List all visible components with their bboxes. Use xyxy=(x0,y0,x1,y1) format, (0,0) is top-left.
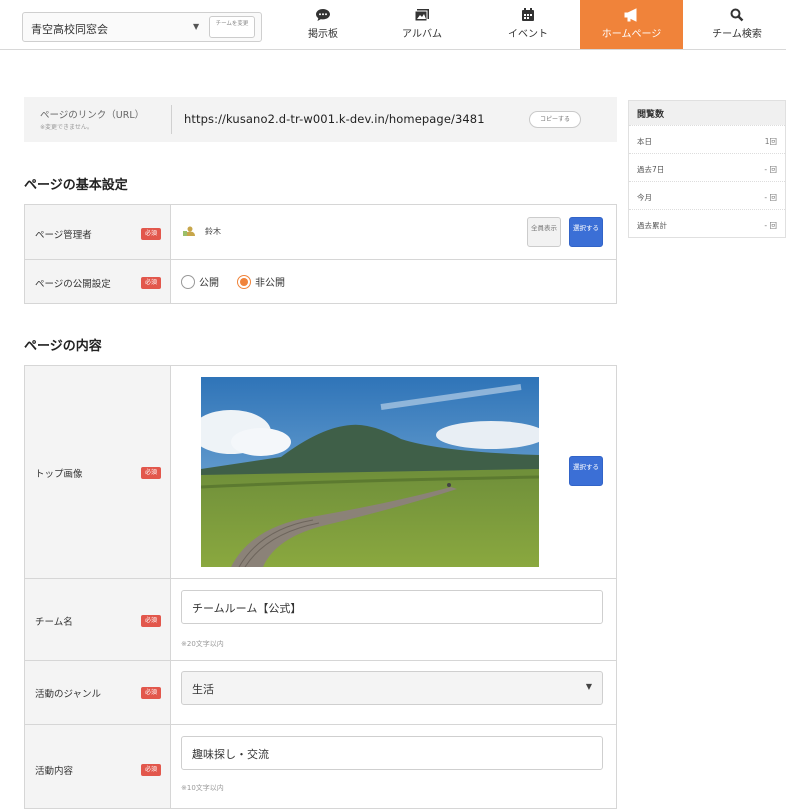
copy-url-button[interactable]: コピーする xyxy=(529,111,581,128)
nav-team-search[interactable]: チーム検索 xyxy=(688,0,786,49)
nav-label: 掲示板 xyxy=(308,29,338,40)
nav-label: ホームページ xyxy=(601,29,662,40)
required-badge: 必須 xyxy=(141,615,161,627)
visibility-label: ページの公開設定 xyxy=(35,279,111,290)
visibility-value-cell: 公開 非公開 xyxy=(171,260,616,303)
nav-label: チーム検索 xyxy=(712,29,762,40)
stat-value: 1回 xyxy=(764,137,777,146)
visibility-label-cell: ページの公開設定 必須 xyxy=(25,260,171,303)
required-badge: 必須 xyxy=(141,687,161,699)
required-badge: 必須 xyxy=(141,764,161,776)
genre-label: 活動のジャンル xyxy=(35,689,102,700)
genre-selected-value: 生活 xyxy=(192,683,214,696)
stat-label: 過去7日 xyxy=(637,165,665,174)
stat-row-total: 過去累計 - 回 xyxy=(629,209,785,237)
activity-label: 活動内容 xyxy=(35,766,74,777)
show-all-button[interactable]: 全員表示 xyxy=(527,217,561,247)
select-admin-button[interactable]: 選択する xyxy=(569,217,603,247)
page-link-label: ページのリンク（URL） xyxy=(40,110,145,121)
team-name: 青空高校同窓会 xyxy=(31,23,108,36)
page-link-note: ※変更できません。 xyxy=(40,124,93,131)
activity-row: 活動内容 必須 趣味探し・交流 ※10文字以内 xyxy=(25,725,616,809)
activity-hint: ※10文字以内 xyxy=(181,784,224,792)
admin-label-cell: ページ管理者 必須 xyxy=(25,205,171,259)
nav-homepage[interactable]: ホームページ xyxy=(580,0,683,49)
required-badge: 必須 xyxy=(141,228,161,240)
genre-select[interactable]: 生活 ▼ xyxy=(181,671,603,705)
stat-label: 今月 xyxy=(637,193,652,202)
genre-row: 活動のジャンル 必須 生活 ▼ xyxy=(25,661,616,725)
activity-input[interactable]: 趣味探し・交流 xyxy=(181,736,603,770)
stat-row-7days: 過去7日 - 回 xyxy=(629,153,785,181)
visibility-public-radio[interactable]: 公開 xyxy=(181,274,219,289)
nav-album[interactable]: アルバム xyxy=(374,0,470,49)
required-badge: 必須 xyxy=(141,277,161,289)
team-name-row: チーム名 必須 チームルーム【公式】 ※20文字以内 xyxy=(25,579,616,661)
activity-label-cell: 活動内容 必須 xyxy=(25,725,171,808)
select-top-image-button[interactable]: 選択する xyxy=(569,456,603,486)
top-image-value-cell: 選択する xyxy=(171,366,616,578)
admin-name: 鈴木 xyxy=(205,227,221,236)
top-image-preview xyxy=(201,377,539,567)
stat-row-today: 本日 1回 xyxy=(629,125,785,153)
search-icon xyxy=(730,8,744,22)
team-name-label-cell: チーム名 必須 xyxy=(25,579,171,660)
page-link-url[interactable]: https://kusano2.d-tr-w001.k-dev.in/homep… xyxy=(184,112,485,126)
admin-row: ページ管理者 必須 鈴木 全員表示 選択する xyxy=(25,205,616,260)
stat-value: - 回 xyxy=(764,193,777,202)
genre-value-cell: 生活 ▼ xyxy=(171,661,616,724)
admin-label: ページ管理者 xyxy=(35,230,92,241)
top-navigation: 青空高校同窓会 ▼ チームを変更 掲示板 アルバム イベント ホームページ チー… xyxy=(0,0,786,50)
visibility-row: ページの公開設定 必須 公開 非公開 xyxy=(25,260,616,304)
nav-label: アルバム xyxy=(402,29,442,40)
content-table: トップ画像 必須 選択する チーム名 必須 チームルーム【公式】 ※20文字以内… xyxy=(24,365,617,809)
view-count-title: 閲覧数 xyxy=(629,101,785,125)
stat-label: 過去累計 xyxy=(637,221,667,230)
basic-settings-title: ページの基本設定 xyxy=(24,178,128,193)
team-name-value-cell: チームルーム【公式】 ※20文字以内 xyxy=(171,579,616,660)
radio-circle[interactable] xyxy=(181,274,195,289)
stat-label: 本日 xyxy=(637,137,652,146)
radio-label: 公開 xyxy=(199,278,219,289)
top-image-label-cell: トップ画像 必須 xyxy=(25,366,171,578)
top-image-row: トップ画像 必須 選択する xyxy=(25,366,616,579)
nav-label: イベント xyxy=(508,29,548,40)
radio-circle-selected[interactable] xyxy=(237,274,251,289)
visibility-private-radio[interactable]: 非公開 xyxy=(237,274,285,289)
team-name-hint: ※20文字以内 xyxy=(181,640,224,648)
nav-event[interactable]: イベント xyxy=(480,0,576,49)
nav-bulletin-board[interactable]: 掲示板 xyxy=(276,0,370,49)
calendar-icon xyxy=(522,8,534,21)
megaphone-icon xyxy=(624,8,636,22)
stat-row-month: 今月 - 回 xyxy=(629,181,785,209)
activity-value-cell: 趣味探し・交流 ※10文字以内 xyxy=(171,725,616,808)
speech-bubble-icon xyxy=(316,9,330,21)
caret-down-icon: ▼ xyxy=(193,22,200,31)
divider xyxy=(171,105,172,134)
admin-value-cell: 鈴木 全員表示 選択する xyxy=(171,205,616,259)
view-count-panel: 閲覧数 本日 1回 過去7日 - 回 今月 - 回 過去累計 - 回 xyxy=(628,100,786,238)
album-icon xyxy=(414,9,429,22)
team-selector[interactable]: 青空高校同窓会 ▼ チームを変更 xyxy=(22,12,262,42)
team-name-label: チーム名 xyxy=(35,617,73,628)
stat-value: - 回 xyxy=(764,221,777,230)
user-icon xyxy=(183,226,195,236)
radio-label: 非公開 xyxy=(255,278,285,289)
basic-settings-table: ページ管理者 必須 鈴木 全員表示 選択する ページの公開設定 必須 公開 非公… xyxy=(24,204,617,304)
top-image-label: トップ画像 xyxy=(35,469,83,480)
team-name-input[interactable]: チームルーム【公式】 xyxy=(181,590,603,624)
page-link-bar: ページのリンク（URL） ※変更できません。 https://kusano2.d… xyxy=(24,97,617,142)
required-badge: 必須 xyxy=(141,467,161,479)
stat-value: - 回 xyxy=(764,165,777,174)
genre-label-cell: 活動のジャンル 必須 xyxy=(25,661,171,724)
content-title: ページの内容 xyxy=(24,339,102,354)
change-team-button[interactable]: チームを変更 xyxy=(209,16,255,38)
select-arrow-icon: ▼ xyxy=(585,682,592,691)
